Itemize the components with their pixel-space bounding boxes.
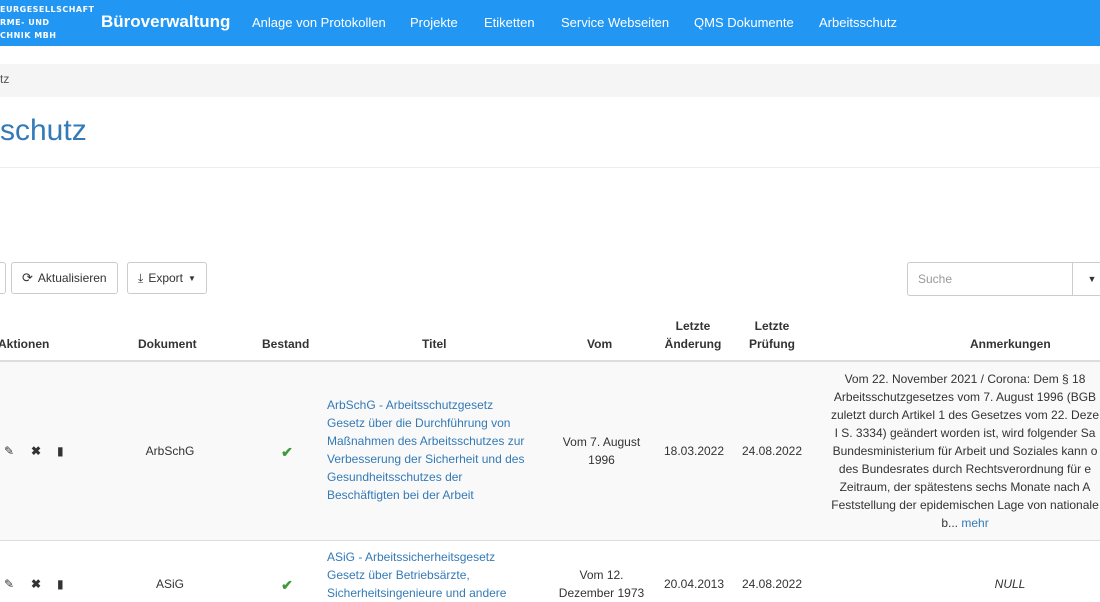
anmerkung-line: Arbeitsschutzgesetzes vom 7. August 1996…	[833, 390, 1097, 404]
nav-link-projekte[interactable]: Projekte	[410, 15, 458, 30]
vom-line: Dezember 1973	[558, 586, 645, 600]
search-dropdown-button[interactable]: ▼	[1072, 262, 1100, 296]
column-header-vom[interactable]: Vom	[587, 335, 612, 353]
column-header-anmerkungen[interactable]: Anmerkungen	[970, 335, 1051, 353]
breadcrumb: tz	[0, 64, 1100, 97]
vom-line: Vom 7. August	[562, 435, 641, 449]
nav-link-etiketten[interactable]: Etiketten	[484, 15, 535, 30]
copy-icon[interactable]: ▮	[57, 444, 64, 458]
titel-line: Sicherheitsingenieure und andere	[327, 586, 507, 600]
vom-line: 1996	[588, 453, 615, 467]
nav-link-qms-dokumente[interactable]: QMS Dokumente	[694, 15, 794, 30]
header-line: Änderung	[664, 337, 722, 351]
titel-line: ArbSchG - Arbeitsschutzgesetz	[327, 398, 494, 412]
header-line: Letzte	[754, 319, 790, 333]
cell-anmerkungen: NULL	[994, 577, 1026, 591]
check-icon: ✔	[281, 577, 293, 593]
anmerkung-line: Bundesministerium für Arbeit und Soziale…	[832, 444, 1098, 458]
column-header-dokument[interactable]: Dokument	[138, 335, 197, 353]
check-icon: ✔	[281, 444, 293, 460]
cell-letzte-pruefung: 24.08.2022	[741, 444, 803, 458]
edit-icon[interactable]: ✎	[4, 444, 14, 458]
anmerkung-line: des Bundesrates durch Rechtsverordnung f…	[838, 462, 1092, 476]
column-header-letzte-aenderung[interactable]: Letzte Änderung	[658, 317, 728, 353]
anmerkung-line: Vom 22. November 2021 / Corona: Dem § 18	[844, 372, 1086, 386]
toolbar-button-partial[interactable]	[0, 262, 6, 294]
anmerkung-line: I S. 3334) geändert worden ist, wird fol…	[834, 426, 1096, 440]
cell-vom: Vom 12. Dezember 1973	[549, 566, 654, 602]
titel-line: Verbesserung der Sicherheit und des	[327, 452, 525, 466]
cell-anmerkungen: Vom 22. November 2021 / Corona: Dem § 18…	[815, 370, 1100, 532]
cell-letzte-pruefung: 24.08.2022	[741, 577, 803, 591]
nav-link-anlage-von-protokollen[interactable]: Anlage von Protokollen	[252, 15, 386, 30]
brand-link[interactable]: Büroverwaltung	[101, 12, 230, 32]
cell-letzte-aenderung: 18.03.2022	[663, 444, 725, 458]
caret-down-icon: ▼	[1087, 274, 1097, 284]
page-title: schutz	[0, 114, 87, 147]
column-header-titel[interactable]: Titel	[422, 335, 446, 353]
download-icon: ⤓	[138, 270, 144, 285]
delete-icon[interactable]: ✖	[31, 444, 41, 458]
nav-link-service-webseiten[interactable]: Service Webseiten	[561, 15, 669, 30]
edit-icon[interactable]: ✎	[4, 577, 14, 591]
anmerkung-line: Zeitraum, der spätestens sechs Monate na…	[839, 480, 1091, 494]
company-logo[interactable]: EURGESELLSCHAFT RME- UND CHNIK MBH	[0, 3, 95, 42]
navbar: EURGESELLSCHAFT RME- UND CHNIK MBH Bürov…	[0, 0, 1100, 46]
anmerkung-tail: b...	[941, 516, 958, 530]
export-button[interactable]: ⤓ Export ▼	[127, 262, 207, 294]
search-input[interactable]: Suche	[907, 262, 1072, 296]
refresh-icon: ⟳	[22, 270, 33, 285]
vom-line: Vom 12.	[579, 568, 624, 582]
row-divider	[0, 540, 1100, 541]
divider	[0, 167, 1100, 168]
titel-line: Gesundheitsschutzes der	[327, 470, 463, 484]
column-header-aktionen[interactable]: Aktionen	[0, 335, 49, 353]
cell-dokument: ArbSchG	[145, 444, 195, 458]
cell-letzte-aenderung: 20.04.2013	[663, 577, 725, 591]
delete-icon[interactable]: ✖	[31, 577, 41, 591]
anmerkung-line: zuletzt durch Artikel 1 des Gesetzes vom…	[830, 408, 1100, 422]
breadcrumb-current: tz	[0, 72, 10, 86]
titel-line: Gesetz über Betriebsärzte,	[327, 568, 470, 582]
cell-titel-link[interactable]: ArbSchG - Arbeitsschutzgesetz Gesetz übe…	[327, 396, 547, 504]
column-header-bestand[interactable]: Bestand	[262, 335, 309, 353]
copy-icon[interactable]: ▮	[57, 577, 64, 591]
caret-down-icon: ▼	[188, 273, 196, 283]
titel-line: ASiG - Arbeitssicherheitsgesetz	[327, 550, 496, 564]
export-label: Export	[148, 271, 183, 285]
titel-line: Gesetz über die Durchführung von	[327, 416, 511, 430]
refresh-label: Aktualisieren	[37, 271, 107, 285]
header-line: Letzte	[675, 319, 711, 333]
cell-vom: Vom 7. August 1996	[554, 433, 649, 469]
cell-titel-link[interactable]: ASiG - Arbeitssicherheitsgesetz Gesetz ü…	[327, 548, 547, 602]
anmerkung-tail-line: b... mehr	[815, 514, 1100, 532]
refresh-button[interactable]: ⟳ Aktualisieren	[11, 262, 118, 294]
column-header-letzte-pruefung[interactable]: Letzte Prüfung	[737, 317, 807, 353]
anmerkung-line: Feststellung der epidemischen Lage von n…	[831, 498, 1099, 512]
nav-link-arbeitsschutz[interactable]: Arbeitsschutz	[819, 15, 897, 30]
titel-line: Maßnahmen des Arbeitsschutzes zur	[327, 434, 525, 448]
header-line: Prüfung	[749, 337, 795, 351]
mehr-link[interactable]: mehr	[961, 516, 988, 530]
cell-dokument: ASiG	[155, 577, 184, 591]
titel-line: Beschäftigten bei der Arbeit	[327, 488, 474, 502]
